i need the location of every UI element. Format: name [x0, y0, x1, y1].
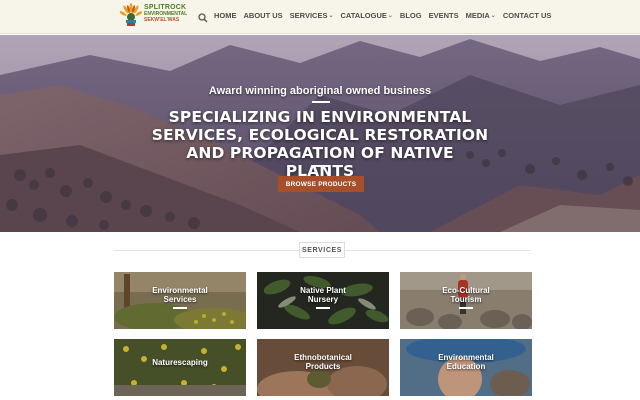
service-card-native-plant-nursery[interactable]: Native Plant Nursery	[257, 272, 389, 329]
logo-wordmark: SPLITROCK ENVIRONMENTAL SEKW'EL'WAS	[144, 4, 187, 24]
nav-catalogue-label: CATALOGUE	[340, 10, 387, 20]
card-divider	[459, 307, 473, 309]
nav-about-us-label: ABOUT US	[243, 10, 283, 20]
service-card-label-line2: Products	[305, 362, 341, 371]
chevron-down-icon: ⌄	[328, 12, 334, 19]
section-divider-left	[114, 250, 299, 251]
nav-events-label: EVENTS	[428, 10, 459, 20]
nav-about-us[interactable]: ABOUT US	[244, 11, 283, 20]
service-card-label-line1: Naturescaping	[152, 358, 208, 367]
nav-services-label: SERVICES	[289, 10, 328, 20]
hero-divider	[312, 101, 330, 103]
card-divider	[316, 307, 330, 309]
service-card-label-line1: Environmental	[438, 353, 494, 362]
service-card-label-line2: Services	[163, 295, 197, 304]
hero-tagline: Award winning aboriginal owned business	[208, 85, 432, 97]
hero-divider	[312, 165, 330, 167]
hero-banner: Award winning aboriginal owned business …	[0, 35, 640, 232]
nav-blog[interactable]: BLOG	[400, 11, 422, 20]
nav-contact-us[interactable]: CONTACT US	[503, 11, 552, 20]
nav-home-label: HOME	[214, 10, 237, 20]
service-card-label-line1: Native Plant	[300, 286, 346, 295]
nav-catalogue[interactable]: CATALOGUE ⌄	[341, 11, 393, 20]
card-divider	[173, 307, 187, 309]
service-card-label-line1: Environmental	[152, 286, 208, 295]
service-card-environmental-education[interactable]: Environmental Education	[400, 339, 532, 396]
main-nav: HOME ABOUT US SERVICES ⌄ CATALOGUE ⌄ BLOG …	[198, 0, 558, 30]
chevron-down-icon: ⌄	[490, 12, 496, 19]
service-card-label-line2: Tourism	[450, 295, 482, 304]
nav-events[interactable]: EVENTS	[429, 11, 459, 20]
services-heading: SERVICES	[299, 242, 345, 258]
nav-contact-us-label: CONTACT US	[502, 10, 552, 20]
service-card-label: Native Plant Nursery	[257, 286, 389, 304]
section-divider-right	[345, 250, 531, 251]
logo-name: SPLITROCK	[144, 4, 187, 11]
site-header: SPLITROCK ENVIRONMENTAL SEKW'EL'WAS HOME…	[0, 0, 640, 34]
service-card-ethnobotanical-products[interactable]: Ethnobotanical Products	[257, 339, 389, 396]
service-card-label-line2: Education	[446, 362, 486, 371]
service-card-image	[114, 339, 246, 396]
logo-sun-icon	[120, 3, 142, 26]
service-card-label-line1: Eco-Cultural	[442, 286, 490, 295]
chevron-down-icon: ⌄	[387, 12, 393, 19]
nav-media-label: MEDIA	[465, 10, 490, 20]
hero-title: SPECIALIZING IN ENVIRONMENTAL SERVICES, …	[151, 108, 489, 180]
hero-content: Award winning aboriginal owned business …	[0, 35, 640, 232]
nav-media[interactable]: MEDIA ⌄	[466, 11, 496, 20]
service-card-eco-cultural-tourism[interactable]: Eco-Cultural Tourism	[400, 272, 532, 329]
service-card-label: Environmental Services	[114, 286, 246, 304]
site-logo[interactable]: SPLITROCK ENVIRONMENTAL SEKW'EL'WAS	[120, 1, 187, 31]
nav-blog-label: BLOG	[399, 10, 422, 20]
nav-home[interactable]: HOME	[214, 11, 237, 20]
service-card-label-line1: Ethnobotanical	[294, 353, 352, 362]
nav-services[interactable]: SERVICES ⌄	[290, 11, 334, 20]
service-card-environmental-services[interactable]: Environmental Services	[114, 272, 246, 329]
service-card-naturescaping[interactable]: Naturescaping	[114, 339, 246, 396]
service-card-label-line2: Nursery	[307, 295, 339, 304]
search-icon[interactable]	[198, 10, 208, 23]
service-card-label: Environmental Education	[400, 353, 532, 371]
service-card-label: Naturescaping	[114, 358, 246, 367]
service-card-label: Ethnobotanical Products	[257, 353, 389, 371]
logo-native-name: SEKW'EL'WAS	[144, 17, 180, 23]
browse-products-button[interactable]: BROWSE PRODUCTS	[278, 176, 364, 192]
service-card-label: Eco-Cultural Tourism	[400, 286, 532, 304]
